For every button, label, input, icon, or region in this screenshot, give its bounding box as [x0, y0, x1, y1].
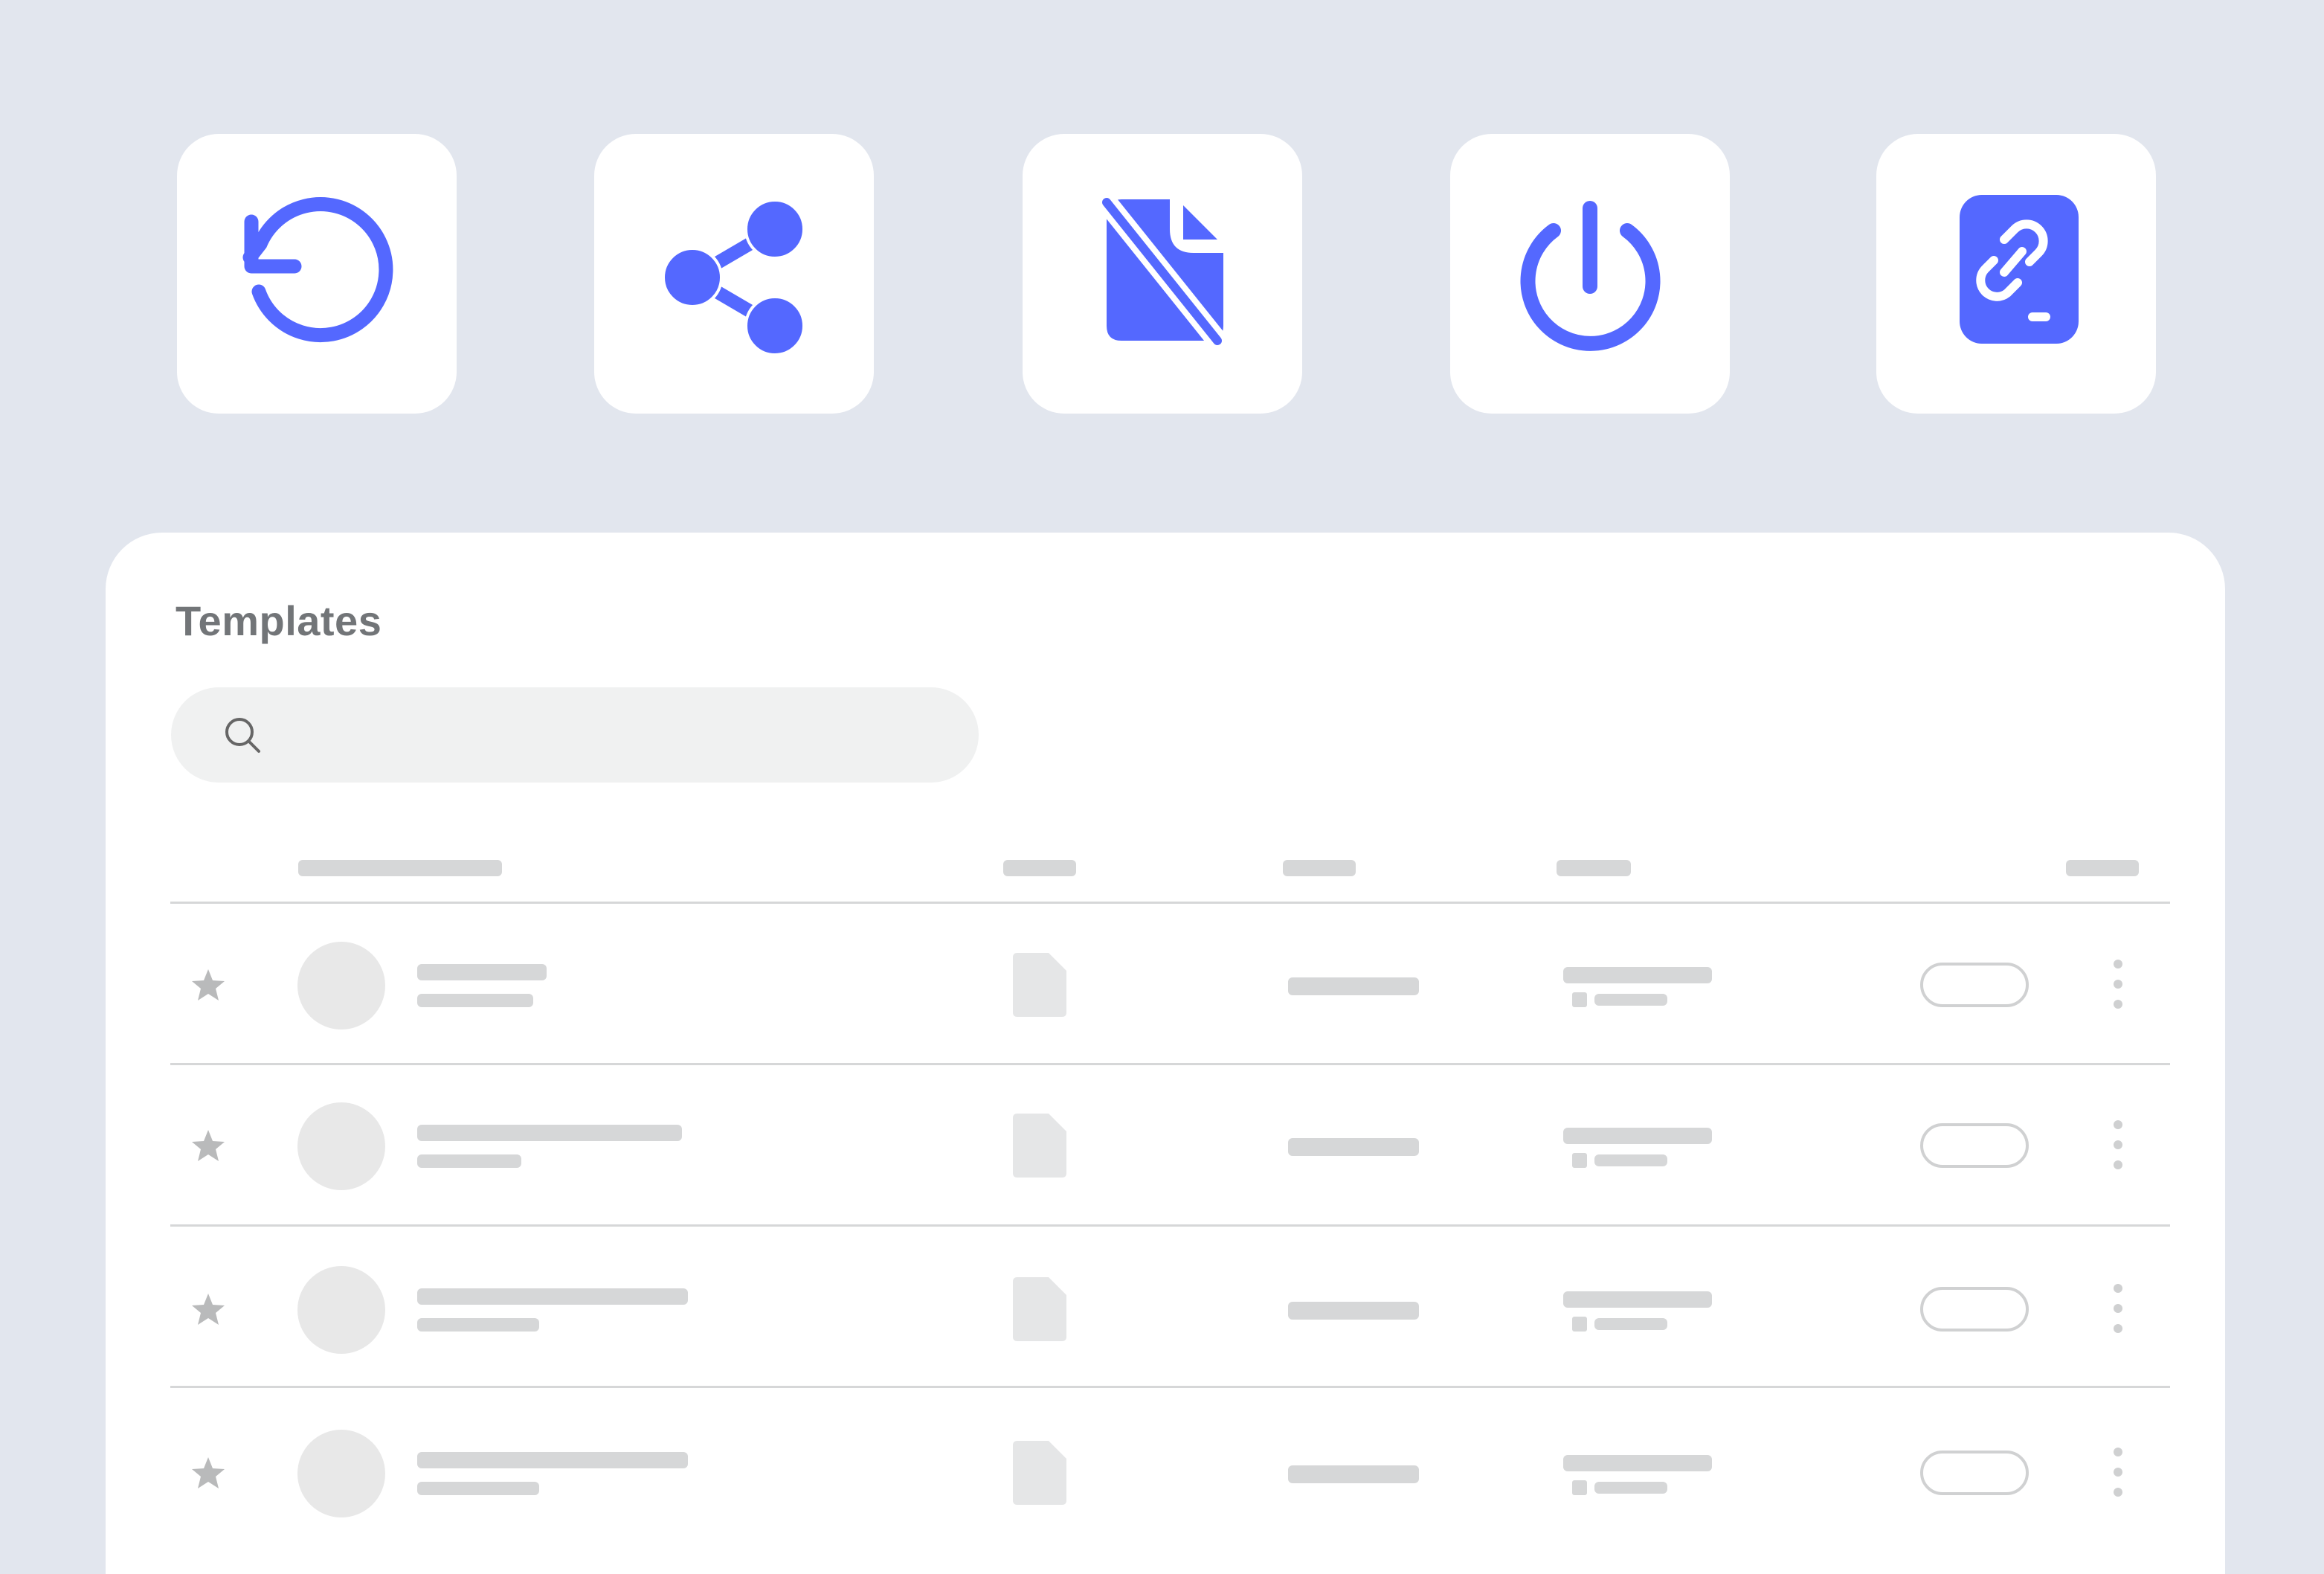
tag-icon: [1572, 992, 1587, 1007]
tag-icon: [1572, 1153, 1587, 1168]
star-icon[interactable]: [189, 1291, 228, 1329]
row-date-placeholder: [1288, 1465, 1419, 1483]
search-field[interactable]: [171, 687, 979, 783]
document-off-icon: [1096, 192, 1228, 351]
templates-panel: Templates: [106, 533, 2225, 1574]
row-subtitle-placeholder: [417, 1154, 521, 1168]
table-divider: [170, 1386, 2170, 1388]
row-date-placeholder: [1288, 977, 1419, 995]
row-title-placeholder: [417, 964, 547, 980]
document-off-tile[interactable]: [1023, 134, 1302, 414]
status-pill[interactable]: [1920, 963, 2029, 1007]
document-icon: [1013, 1441, 1066, 1505]
column-header-date: [1283, 860, 1356, 876]
avatar: [297, 1102, 385, 1190]
table-divider: [170, 902, 2170, 904]
avatar: [297, 942, 385, 1029]
row-owner-placeholder: [1563, 1128, 1712, 1144]
column-header-actions: [2066, 860, 2139, 876]
row-subtitle-placeholder: [417, 994, 533, 1007]
column-header-owner: [1557, 860, 1631, 876]
star-icon[interactable]: [189, 966, 228, 1005]
device-link-tile[interactable]: [1876, 134, 2156, 414]
column-header-type: [1003, 860, 1076, 876]
more-options-icon[interactable]: [2103, 1284, 2133, 1337]
row-date-placeholder: [1288, 1302, 1419, 1320]
more-options-icon[interactable]: [2103, 1448, 2133, 1501]
status-pill[interactable]: [1920, 1287, 2029, 1332]
device-link-icon: [1960, 195, 2079, 344]
undo-icon: [242, 197, 393, 343]
avatar: [297, 1266, 385, 1354]
search-icon: [225, 718, 260, 753]
status-pill[interactable]: [1920, 1123, 2029, 1168]
row-owner-placeholder: [1563, 967, 1712, 983]
avatar: [297, 1430, 385, 1517]
status-pill[interactable]: [1920, 1451, 2029, 1495]
more-options-icon[interactable]: [2103, 1120, 2133, 1174]
table-row[interactable]: [106, 1065, 2225, 1226]
row-subtitle-placeholder: [417, 1318, 539, 1332]
row-owner-detail-placeholder: [1594, 1482, 1667, 1494]
row-owner-placeholder: [1563, 1455, 1712, 1471]
star-icon[interactable]: [189, 1454, 228, 1493]
column-header-name: [298, 860, 502, 876]
power-tile[interactable]: [1450, 134, 1730, 414]
share-tile[interactable]: [594, 134, 874, 414]
power-icon: [1520, 201, 1661, 351]
table-row[interactable]: [106, 1392, 2225, 1553]
more-options-icon[interactable]: [2103, 960, 2133, 1013]
undo-tile[interactable]: [177, 134, 457, 414]
table-row[interactable]: [106, 905, 2225, 1065]
row-owner-detail-placeholder: [1594, 994, 1667, 1006]
document-icon: [1013, 1114, 1066, 1178]
row-title-placeholder: [417, 1125, 682, 1141]
search-input[interactable]: [283, 705, 940, 766]
row-owner-placeholder: [1563, 1291, 1712, 1308]
document-icon: [1013, 1277, 1066, 1341]
row-owner-detail-placeholder: [1594, 1154, 1667, 1166]
table-row[interactable]: [106, 1229, 2225, 1390]
document-icon: [1013, 953, 1066, 1017]
row-owner-detail-placeholder: [1594, 1318, 1667, 1330]
row-date-placeholder: [1288, 1138, 1419, 1156]
table-divider: [170, 1224, 2170, 1227]
panel-title: Templates: [176, 597, 382, 644]
tag-icon: [1572, 1317, 1587, 1332]
row-title-placeholder: [417, 1452, 688, 1468]
row-title-placeholder: [417, 1288, 688, 1305]
row-subtitle-placeholder: [417, 1482, 539, 1495]
star-icon[interactable]: [189, 1127, 228, 1166]
tag-icon: [1572, 1480, 1587, 1495]
share-icon: [662, 199, 805, 356]
